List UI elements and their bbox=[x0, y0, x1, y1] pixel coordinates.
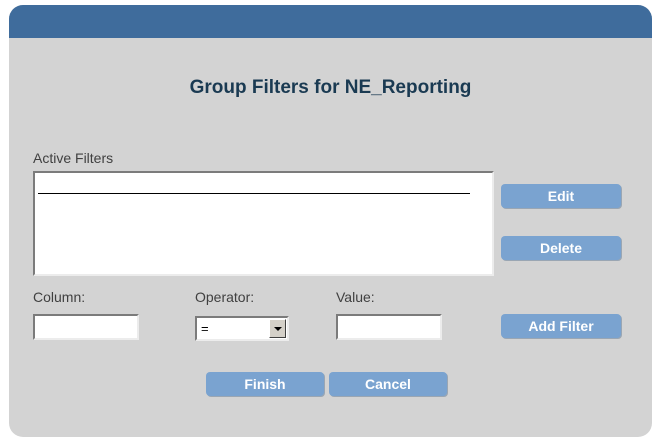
add-filter-button[interactable]: Add Filter bbox=[501, 314, 621, 338]
column-input[interactable] bbox=[33, 314, 139, 340]
list-separator bbox=[38, 193, 470, 194]
column-label: Column: bbox=[33, 289, 86, 305]
operator-select[interactable]: = bbox=[195, 316, 289, 341]
dialog-heading: Group Filters for NE_Reporting bbox=[189, 77, 472, 98]
value-label: Value: bbox=[336, 289, 375, 305]
active-filters-list[interactable] bbox=[33, 171, 494, 276]
group-filters-dialog: Group Filters for NE_Reporting Active Fi… bbox=[9, 5, 652, 437]
delete-button[interactable]: Delete bbox=[501, 236, 621, 260]
cancel-button[interactable]: Cancel bbox=[329, 372, 447, 396]
finish-button[interactable]: Finish bbox=[206, 372, 324, 396]
edit-button[interactable]: Edit bbox=[501, 184, 621, 208]
active-filters-label: Active Filters bbox=[33, 150, 114, 166]
operator-label: Operator: bbox=[195, 289, 255, 305]
operator-selected-value: = bbox=[201, 321, 209, 336]
chevron-down-icon[interactable] bbox=[269, 319, 286, 338]
value-input[interactable] bbox=[336, 314, 442, 340]
title-bar bbox=[9, 5, 652, 38]
